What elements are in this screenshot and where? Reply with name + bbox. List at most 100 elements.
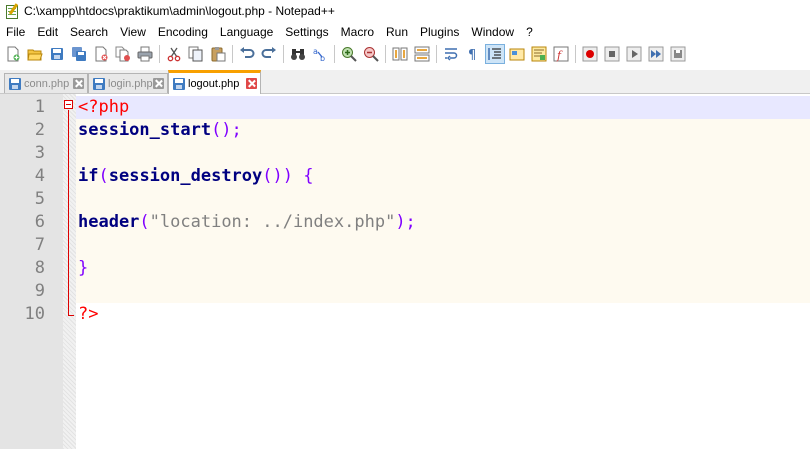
line-code: header("location: ../index.php"); [78,211,416,234]
start-recording-button[interactable] [580,44,600,64]
code-line[interactable]: 9 [0,280,810,303]
open-file-button[interactable] [25,44,45,64]
save-all-button[interactable] [69,44,89,64]
line-number: 9 [34,281,45,301]
zoom-in-icon [342,47,357,62]
find-button[interactable] [288,44,308,64]
playback-button[interactable] [624,44,644,64]
tab-close-icon[interactable] [246,78,257,89]
copy-icon [188,46,203,62]
code-token: if [78,166,99,186]
line-number: 10 [24,304,45,324]
scissors-icon [167,47,181,62]
save-macro-button[interactable] [668,44,688,64]
menu-edit[interactable]: Edit [31,22,64,42]
tab-close-icon[interactable] [73,78,84,89]
menu-plugins[interactable]: Plugins [414,22,465,42]
undo-button[interactable] [237,44,257,64]
toolbar-separator [232,45,233,63]
toolbar: ab ¶ f [0,42,810,66]
new-file-icon [7,46,20,62]
code-token: ?> [78,304,99,324]
redo-icon [261,47,276,58]
menu-settings[interactable]: Settings [279,22,334,42]
copy-button[interactable] [186,44,206,64]
code-line[interactable]: 10 ?> [0,303,810,326]
code-token: ); [395,212,416,232]
close-all-button[interactable] [113,44,133,64]
code-line[interactable]: 3 [0,142,810,165]
menu-language[interactable]: Language [214,22,279,42]
line-number: 7 [34,235,45,255]
tab-login-php[interactable]: login.php [88,73,168,93]
udl-button[interactable] [507,44,527,64]
line-number: 2 [34,120,45,140]
menu-run[interactable]: Run [380,22,414,42]
menu-encoding[interactable]: Encoding [152,22,214,42]
function-list-icon: f [553,46,569,62]
line-number: 8 [34,258,45,278]
menu-file[interactable]: File [0,22,31,42]
menu-bar: File Edit Search View Encoding Language … [0,22,810,42]
line-number: 5 [34,189,45,209]
save-all-icon [72,47,86,61]
document-map-button[interactable] [529,44,549,64]
paste-button[interactable] [208,44,228,64]
close-button[interactable] [91,44,111,64]
tab-conn-php[interactable]: conn.php [4,73,88,93]
stop-recording-button[interactable] [602,44,622,64]
toolbar-separator [334,45,335,63]
record-icon [582,46,598,62]
print-button[interactable] [135,44,155,64]
save-macro-icon [670,46,686,62]
tab-logout-php[interactable]: logout.php [168,70,261,94]
menu-view[interactable]: View [114,22,152,42]
play-icon [626,46,642,62]
code-token: ( [98,166,109,186]
function-list-button[interactable]: f [551,44,571,64]
menu-window[interactable]: Window [465,22,520,42]
save-button[interactable] [47,44,67,64]
sync-horizontal-button[interactable] [412,44,432,64]
fast-forward-icon [648,46,664,62]
code-line[interactable]: 4 if(session_destroy()) { [0,165,810,188]
tab-close-icon[interactable] [153,78,164,89]
tab-label: conn.php [24,77,70,90]
word-wrap-button[interactable] [441,44,461,64]
line-number: 1 [34,97,45,117]
new-file-button[interactable] [3,44,23,64]
menu-help[interactable]: ? [520,22,539,42]
cut-button[interactable] [164,44,184,64]
open-folder-icon [27,49,43,61]
line-number: 3 [34,143,45,163]
run-macro-multiple-button[interactable] [646,44,666,64]
code-line[interactable]: 6 header("location: ../index.php"); [0,211,810,234]
code-editor[interactable]: 1 <?php 2 session_start (); 3 4 if(session_dest… [0,94,810,449]
replace-icon: ab [313,47,325,62]
code-line[interactable]: 2 session_start(); [0,119,810,142]
sync-vertical-button[interactable] [390,44,410,64]
code-token: session_start [78,120,212,140]
menu-search[interactable]: Search [64,22,114,42]
code-line[interactable]: 8} [0,257,810,280]
word-wrap-icon [445,48,458,61]
menu-macro[interactable]: Macro [335,22,380,42]
pilcrow-icon: ¶ [468,48,476,62]
replace-button[interactable]: ab [310,44,330,64]
code-line[interactable]: 5 [0,188,810,211]
redo-button[interactable] [259,44,279,64]
indent-guide-button[interactable] [485,44,505,64]
line-number: 6 [34,212,45,232]
stop-icon [604,46,620,62]
sync-horizontal-icon [414,46,430,62]
line-code: ?> [78,303,98,326]
saved-file-icon [9,77,21,90]
code-line[interactable]: 1 <?php [0,96,810,119]
toolbar-separator [436,45,437,63]
show-all-characters-button[interactable]: ¶ [463,44,483,64]
close-file-icon [95,46,108,62]
zoom-in-button[interactable] [339,44,359,64]
code-line[interactable]: 7 [0,234,810,257]
zoom-out-button[interactable] [361,44,381,64]
code-token: header [78,212,140,232]
